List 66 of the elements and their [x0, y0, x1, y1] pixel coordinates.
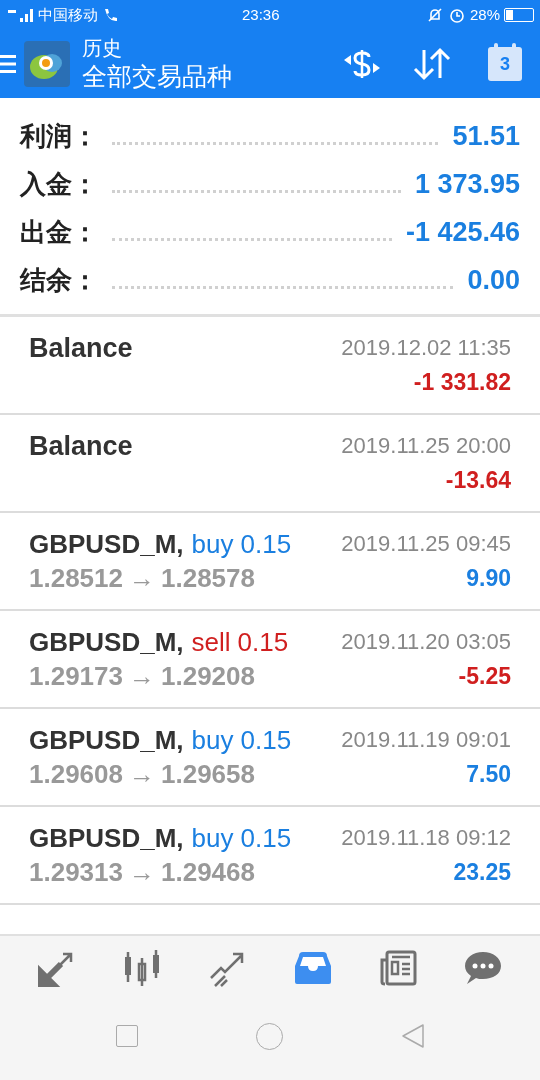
sort-icon[interactable]: [412, 46, 452, 82]
symbol-name: GBPUSD_M,: [29, 528, 184, 561]
summary-value: -1 425.46: [405, 215, 520, 249]
trade-side: sell: [191, 626, 231, 659]
close-price: 1.29658: [161, 758, 255, 791]
open-price: 1.29608: [29, 758, 123, 791]
app-logo-icon: [24, 41, 70, 87]
trade-side: buy: [191, 724, 234, 757]
summary-label: 利润：: [20, 119, 98, 153]
deal-row[interactable]: GBPUSD_M, buy 0.15 1.29608 → 1.29658 2019.11.19 09:01 7.50: [0, 709, 540, 807]
trade-volume: 0.15: [237, 626, 289, 659]
arrow-glyph: →: [129, 758, 155, 791]
close-price: 1.29208: [161, 660, 255, 693]
trade-volume: 0.15: [240, 724, 292, 757]
profit-amount: 23.25: [453, 858, 511, 887]
open-price: 1.29313: [29, 856, 123, 889]
symbol-filter-title[interactable]: 全部交易品种: [82, 60, 232, 93]
battery-percent: 28%: [469, 4, 500, 25]
recents-button[interactable]: [115, 1025, 138, 1047]
candlestick-icon[interactable]: [122, 948, 162, 988]
deal-time: 2019.11.19 09:01: [341, 726, 511, 754]
trade-side: buy: [191, 822, 234, 855]
summary-label: 入金：: [20, 167, 98, 201]
deal-time: 2019.11.18 09:12: [341, 824, 511, 852]
alarm-icon: [447, 6, 466, 24]
deal-title: Balance: [29, 430, 133, 463]
clock-time: 23:36: [242, 4, 280, 25]
battery-icon: [504, 8, 534, 22]
deal-row[interactable]: Balance 2019.12.02 11:35 -1 331.82: [0, 317, 540, 415]
deal-time: 2019.11.25 09:45: [341, 530, 511, 558]
back-button[interactable]: [400, 1023, 425, 1049]
profit-amount: -5.25: [458, 662, 511, 691]
deal-row[interactable]: GBPUSD_M, sell 0.15 1.29173 → 1.29208 2019.11.20 03:05 -5.25: [0, 611, 540, 709]
deal-title: Balance: [29, 332, 133, 365]
summary-value: 0.00: [467, 263, 520, 297]
close-price: 1.29468: [161, 856, 255, 889]
deal-row[interactable]: GBPUSD_M, buy 0.15 1.29313 → 1.29468 2019.11.18 09:12 23.25: [0, 807, 540, 905]
close-price: 1.28578: [161, 562, 255, 595]
carrier-name: 中国移动: [38, 4, 98, 25]
deal-time: 2019.11.25 20:00: [341, 432, 511, 460]
symbol-name: GBPUSD_M,: [29, 724, 184, 757]
symbol-name: GBPUSD_M,: [29, 626, 184, 659]
profit-amount: -1 331.82: [413, 368, 511, 397]
trade-volume: 0.15: [240, 528, 292, 561]
arrow-glyph: →: [129, 562, 155, 595]
signal-icon: [6, 6, 36, 24]
summary-label: 结余：: [20, 263, 98, 297]
arrow-glyph: →: [129, 660, 155, 693]
summary-label: 出金：: [20, 215, 98, 249]
screen-title: 历史: [82, 35, 123, 61]
open-price: 1.28512: [29, 562, 123, 595]
summary-value: 1 373.95: [414, 167, 520, 201]
profit-amount: 9.90: [466, 564, 511, 593]
summary-value: 51.51: [452, 119, 520, 153]
menu-icon[interactable]: [0, 53, 16, 75]
deal-time: 2019.11.20 03:05: [341, 628, 511, 656]
trade-volume: 0.15: [240, 822, 292, 855]
deal-time: 2019.12.02 11:35: [341, 334, 511, 362]
arrow-glyph: →: [129, 856, 155, 889]
deal-row[interactable]: GBPUSD_M, buy 0.15 1.28512 → 1.28578 2019.11.25 09:45 9.90: [0, 513, 540, 611]
profit-amount: -13.64: [445, 466, 511, 495]
trade-side: buy: [191, 528, 234, 561]
symbol-name: GBPUSD_M,: [29, 822, 184, 855]
open-price: 1.29173: [29, 660, 123, 693]
profit-amount: 7.50: [466, 760, 511, 789]
deal-row[interactable]: Balance 2019.11.25 20:00 -13.64: [0, 415, 540, 513]
